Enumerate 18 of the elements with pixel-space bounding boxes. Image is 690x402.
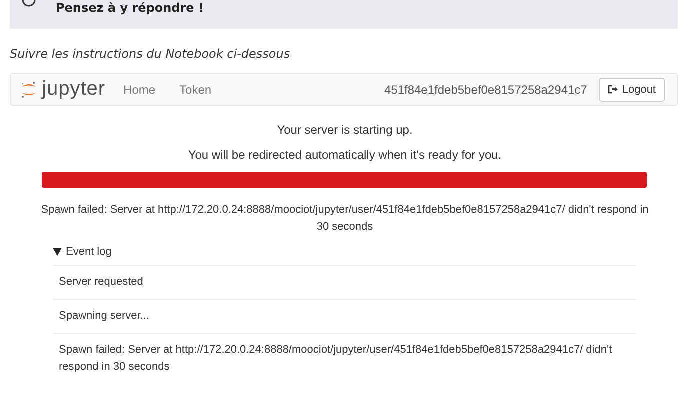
event-log-entry: Server requested <box>53 266 636 300</box>
logout-button[interactable]: Logout <box>599 78 665 102</box>
event-log-entry: Spawning server... <box>53 300 636 334</box>
nav-link[interactable]: Token <box>180 82 212 96</box>
user-id: 451f84e1fdeb5bef0e8157258a2941c7 <box>384 82 588 96</box>
error-message: Spawn failed: Server at http://172.20.0.24:8888/moociot/jupyter/user/451f84e1fdeb5bef0e8157258a2941c7/ didn't respond in 30 seconds <box>40 203 650 235</box>
caret-icon <box>53 248 62 256</box>
nav-link[interactable]: Home <box>124 82 156 96</box>
event-log-toggle[interactable]: Event log <box>53 246 636 266</box>
status-heading: Your server is starting up. <box>276 123 414 137</box>
status-subheading: You will be redirected automatically when it's ready for you. <box>187 148 503 162</box>
instructions-text: Suivre les instructions du Notebook ci-dessous <box>10 47 292 61</box>
info-icon <box>22 0 36 8</box>
logo-icon <box>21 80 37 98</box>
banner-text: Pensez à y répondre ! <box>56 1 204 15</box>
sign-out-icon <box>608 85 618 94</box>
logo-text: jupyter <box>42 78 106 101</box>
event-log-entry: Spawn failed: Server at http://172.20.0.24:8888/moociot/jupyter/user/451f84e1fdeb5bef0e8157258a2941c7/ didn't respond in 30 seconds <box>58 343 614 375</box>
